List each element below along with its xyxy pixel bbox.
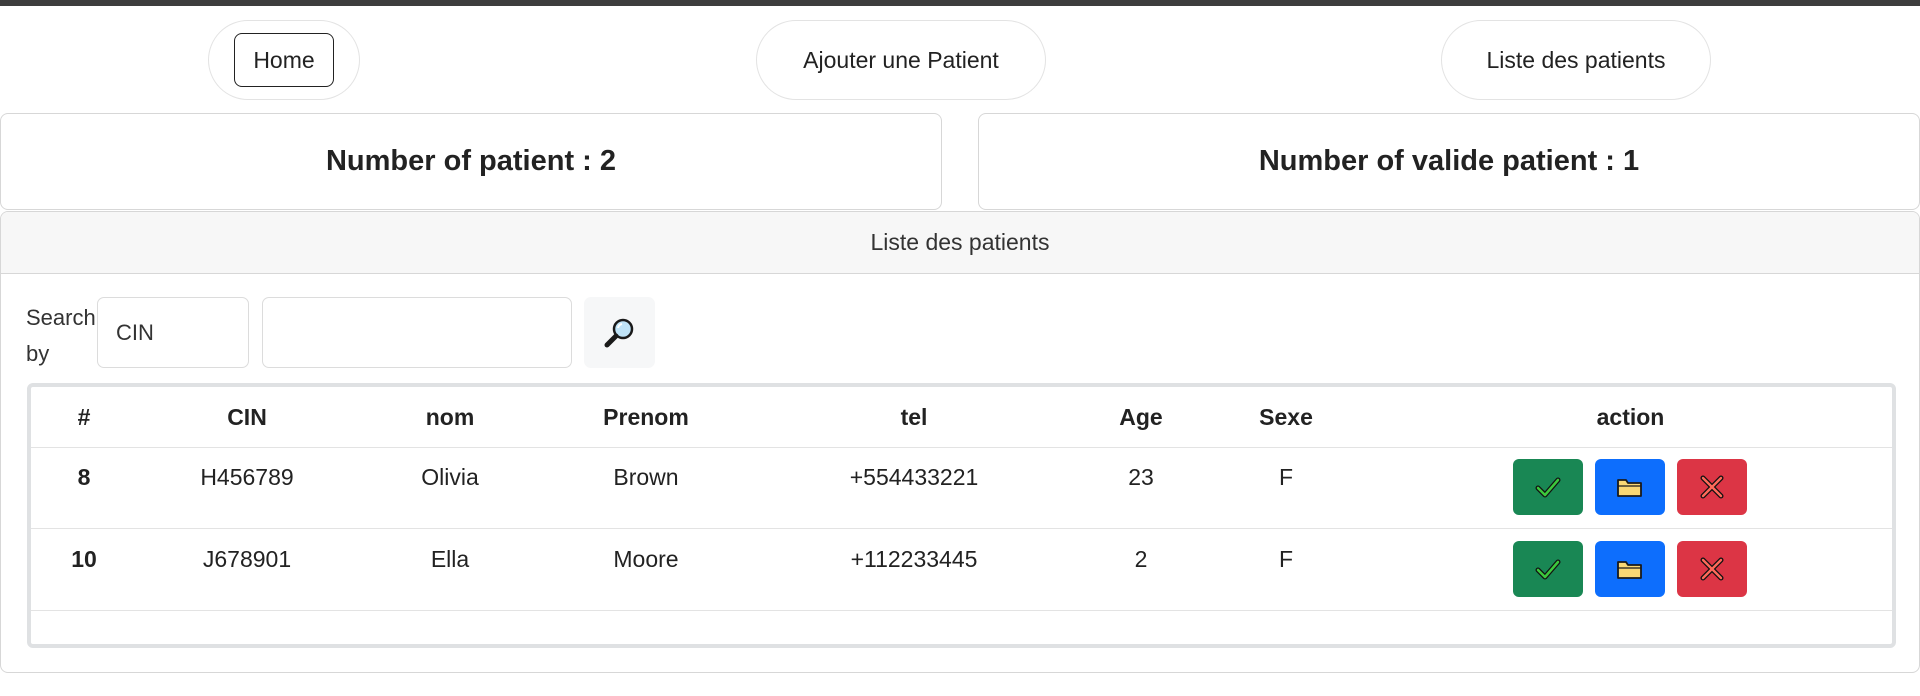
magnifier-icon: [604, 318, 633, 347]
column-header: Prenom: [603, 403, 689, 430]
column-header: Age: [1119, 403, 1163, 430]
delete-button[interactable]: [1677, 459, 1747, 515]
row-actions: [1513, 459, 1747, 515]
top-bar: [0, 0, 1920, 6]
delete-button[interactable]: [1677, 541, 1747, 597]
patient-tel: +554433221: [849, 463, 979, 490]
open-folder-button[interactable]: [1595, 459, 1665, 515]
search-button[interactable]: [584, 297, 655, 368]
open-folder-button[interactable]: [1595, 541, 1665, 597]
patient-sexe: F: [1278, 463, 1294, 490]
search-label: Search by: [26, 305, 96, 366]
check-icon: [1535, 559, 1561, 580]
search-field-select[interactable]: CIN: [97, 297, 249, 368]
patient-id: 8: [77, 463, 91, 490]
patient-list-link[interactable]: Liste des patients: [1441, 20, 1711, 100]
patients-table: # CIN nom Prenom tel Age Sexe action 8 H…: [27, 383, 1896, 648]
nav-home-item: Home: [208, 20, 360, 100]
patient-sexe: F: [1278, 545, 1294, 572]
cross-icon: [1700, 475, 1724, 499]
validate-button[interactable]: [1513, 541, 1583, 597]
patient-nom: Ella: [430, 545, 470, 572]
column-header: action: [1596, 403, 1665, 430]
table-row: 10 J678901 Ella Moore +112233445 2 F: [31, 529, 1892, 611]
patient-age: 23: [1128, 463, 1154, 490]
add-patient-link[interactable]: Ajouter une Patient: [756, 20, 1046, 100]
check-icon: [1535, 477, 1561, 498]
valid-patient-count-card: Number of valide patient : 1: [978, 113, 1920, 210]
card-title: Liste des patients: [1, 212, 1919, 274]
table-row: 8 H456789 Olivia Brown +554433221 23 F: [31, 447, 1892, 529]
patient-prenom: Brown: [613, 463, 679, 490]
search-input[interactable]: [262, 297, 572, 368]
folder-icon: [1617, 561, 1642, 579]
validate-button[interactable]: [1513, 459, 1583, 515]
column-header: Sexe: [1259, 403, 1313, 430]
patient-cin: H456789: [200, 463, 294, 490]
patient-cin: J678901: [202, 545, 292, 572]
column-header: CIN: [227, 403, 267, 430]
patient-tel: +112233445: [850, 545, 978, 572]
row-actions: [1513, 541, 1747, 597]
patient-prenom: Moore: [613, 545, 679, 572]
column-header: tel: [900, 403, 928, 430]
patient-id: 10: [71, 545, 97, 572]
patient-age: 2: [1134, 545, 1148, 572]
column-header: nom: [425, 403, 475, 430]
table-header-row: # CIN nom Prenom tel Age Sexe action: [31, 387, 1892, 448]
home-button[interactable]: Home: [234, 33, 334, 87]
patient-list-card: Liste des patients Search by CIN # CIN n…: [0, 211, 1920, 673]
cross-icon: [1700, 557, 1724, 581]
column-header: #: [77, 403, 91, 430]
patient-nom: Olivia: [421, 463, 479, 490]
patient-count-card: Number of patient : 2: [0, 113, 942, 210]
folder-icon: [1617, 479, 1642, 497]
